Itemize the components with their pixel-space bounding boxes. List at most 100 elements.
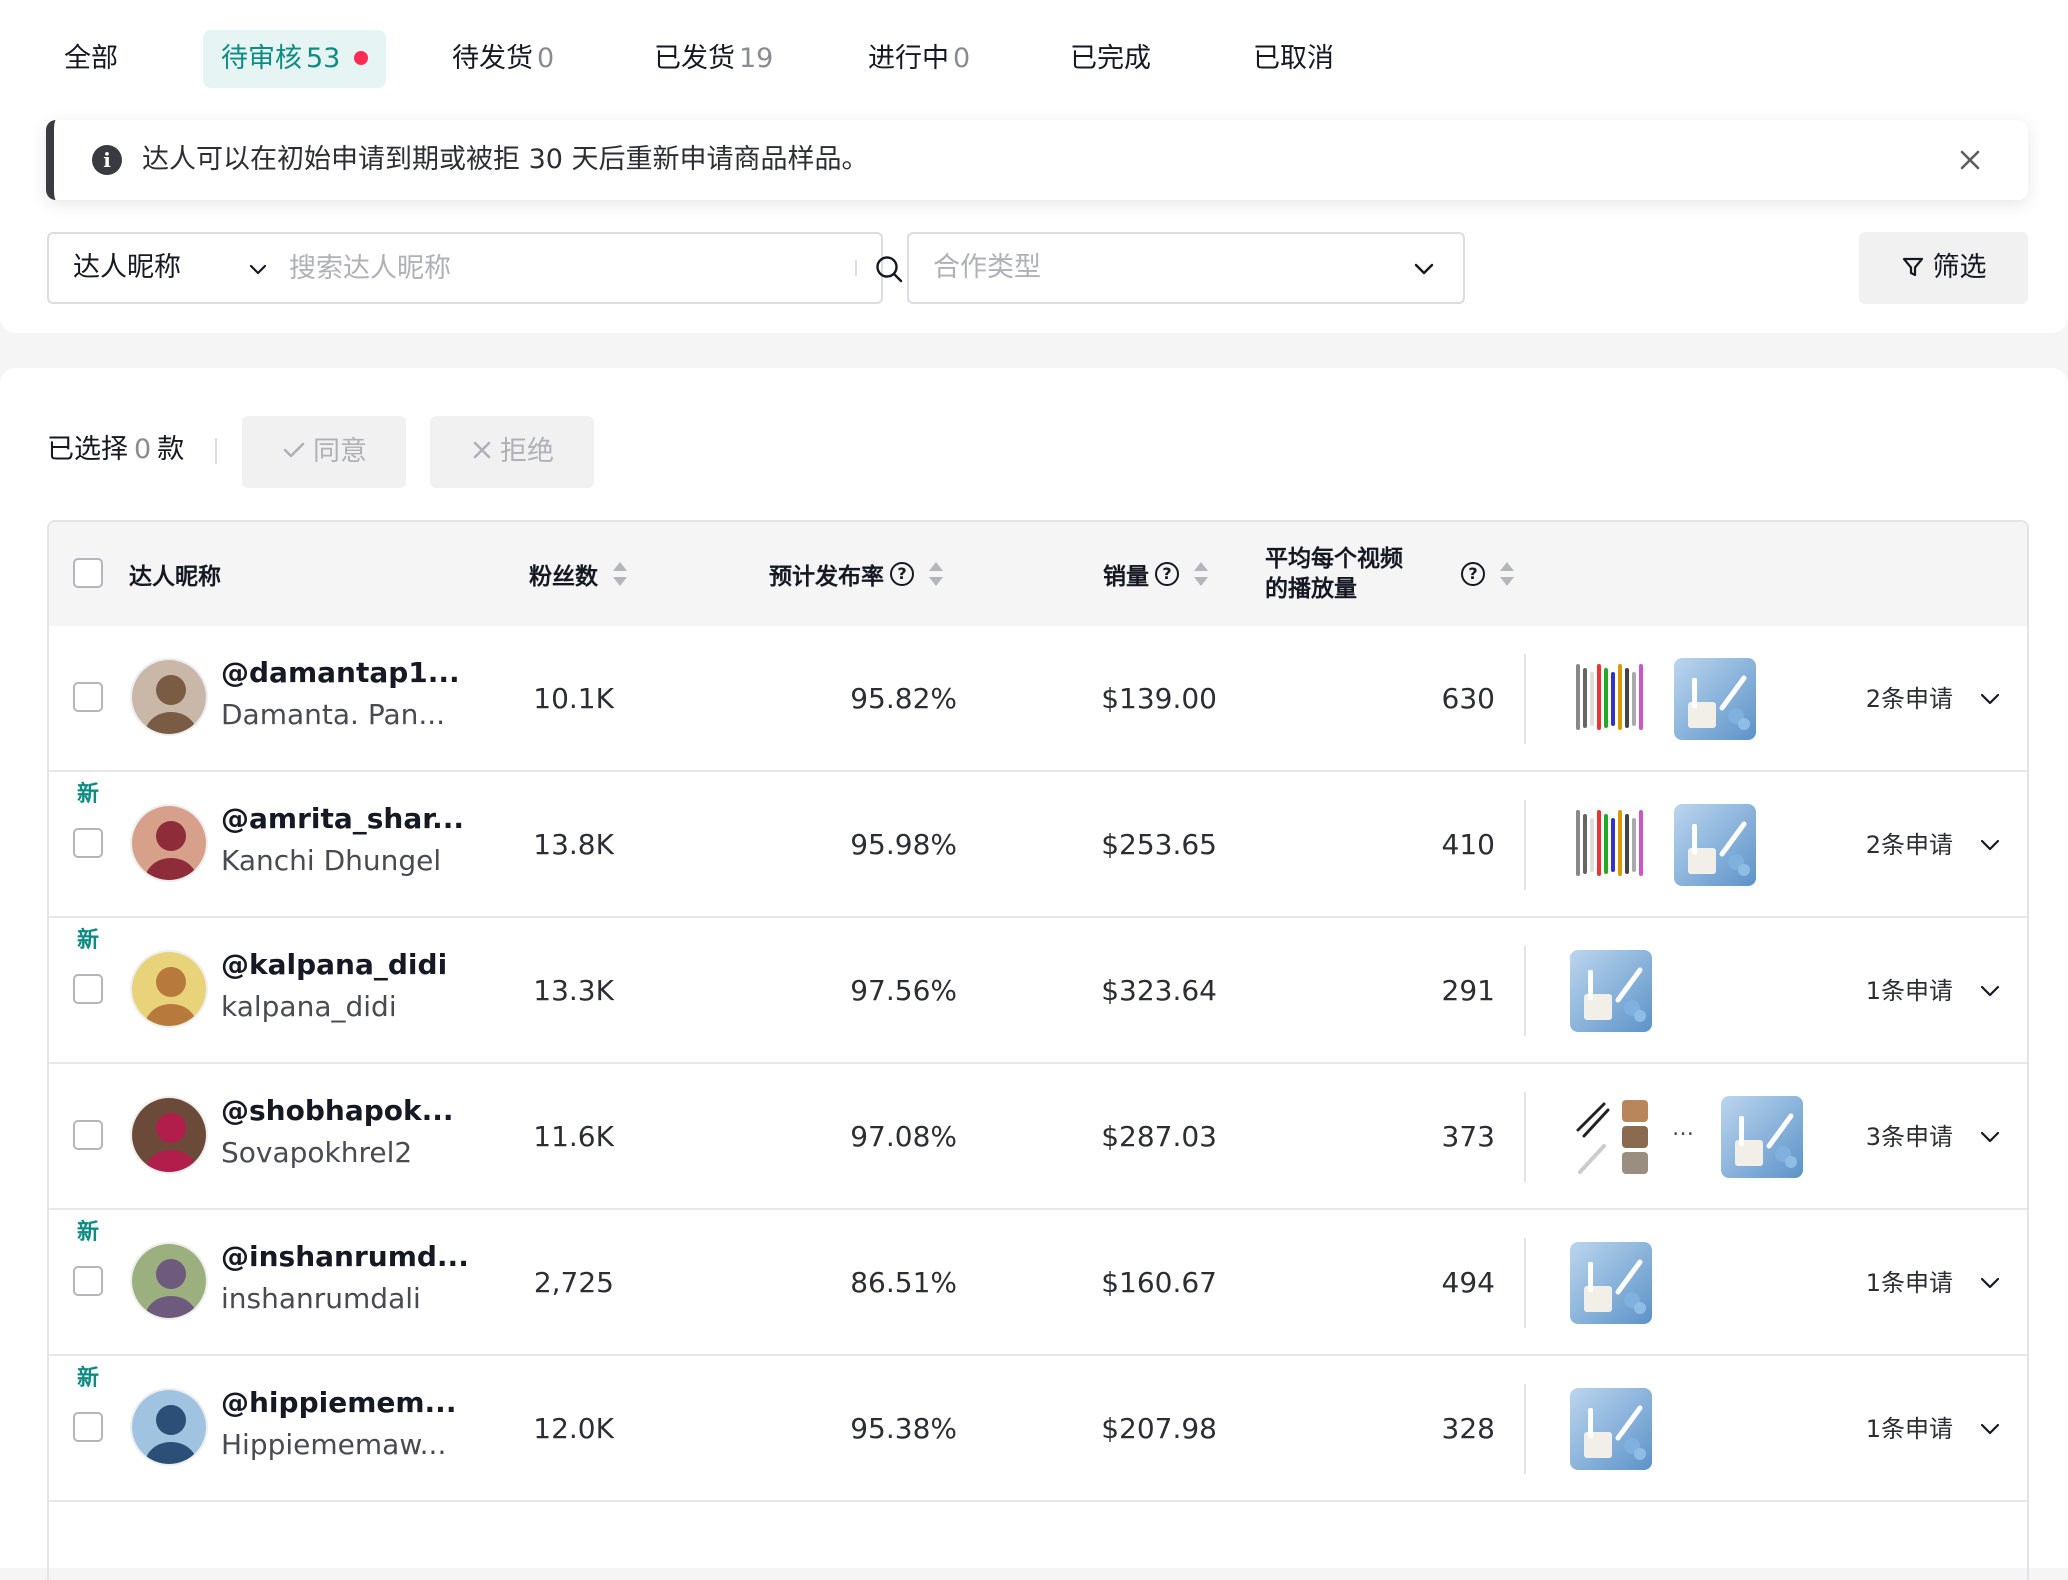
- info-icon: i: [92, 145, 122, 175]
- chevron-down-icon[interactable]: [1977, 978, 2003, 1004]
- chevron-down-icon[interactable]: [1977, 1124, 2003, 1150]
- table-row: 新 @hippiemem... Hippiememaw... 12.0K 95.38% $…: [49, 1356, 2027, 1502]
- avatar[interactable]: [130, 658, 208, 736]
- followers-value: 11.6K: [533, 1120, 614, 1153]
- cooperation-type-select[interactable]: 合作类型: [907, 232, 1465, 304]
- chevron-down-icon[interactable]: [247, 258, 269, 280]
- followers-value: 13.3K: [533, 974, 614, 1007]
- avatar[interactable]: [130, 1242, 208, 1320]
- avg-views-value: 630: [1441, 682, 1495, 715]
- top-panel: 全部 待审核 53 待发货 0 已发货 19 进行中 0 已完成 已取消 i 达人可以在…: [0, 0, 2068, 333]
- divider: [1524, 800, 1526, 890]
- tab-shipped[interactable]: 已发货 19: [636, 30, 791, 88]
- product-thumbnail[interactable]: [1570, 950, 1652, 1032]
- avatar[interactable]: [130, 1388, 208, 1466]
- header-post-rate[interactable]: 预计发布率?: [769, 522, 944, 626]
- status-tabs: 全部 待审核 53 待发货 0 已发货 19 进行中 0 已完成 已取消: [0, 30, 2068, 88]
- chevron-down-icon[interactable]: [1977, 1416, 2003, 1442]
- applications-table: 达人昵称 粉丝数 预计发布率? 销量? 平均每个视频 的播放量 ? @daman…: [47, 520, 2029, 1580]
- product-thumbnail[interactable]: [1570, 1388, 1652, 1470]
- search-input[interactable]: [289, 248, 829, 288]
- followers-value: 2,725: [533, 1266, 614, 1299]
- row-checkbox[interactable]: [73, 682, 103, 712]
- followers-value: 13.8K: [533, 828, 614, 861]
- tab-pending-review[interactable]: 待审核 53: [203, 30, 387, 88]
- post-rate-value: 95.38%: [850, 1412, 957, 1445]
- avatar[interactable]: [130, 1096, 208, 1174]
- product-thumbnail[interactable]: [1674, 658, 1756, 740]
- notice-text: 达人可以在初始申请到期或被拒 30 天后重新申请商品样品。: [142, 144, 869, 175]
- header-avg-views[interactable]: 平均每个视频 的播放量 ?: [1265, 522, 1515, 626]
- product-thumbnail[interactable]: [1570, 1242, 1652, 1324]
- info-notice: i 达人可以在初始申请到期或被拒 30 天后重新申请商品样品。: [46, 120, 2028, 200]
- row-checkbox[interactable]: [73, 1266, 103, 1296]
- sort-icon[interactable]: [1193, 560, 1209, 588]
- divider: [1524, 1092, 1526, 1182]
- more-products-ellipsis: …: [1672, 1116, 1694, 1141]
- creator-search: 达人昵称: [47, 232, 903, 304]
- divider: [215, 438, 217, 464]
- divider: [1524, 946, 1526, 1036]
- request-count: 1条申请: [1865, 977, 1953, 1005]
- product-thumbnail[interactable]: [1570, 658, 1652, 740]
- approve-button[interactable]: 同意: [242, 416, 406, 488]
- post-rate-value: 97.08%: [850, 1120, 957, 1153]
- header-sales[interactable]: 销量?: [1103, 522, 1209, 626]
- row-checkbox[interactable]: [73, 974, 103, 1004]
- search-field-dropdown[interactable]: 达人昵称: [73, 234, 181, 302]
- close-icon: [473, 441, 491, 458]
- table-row: 新 @kalpana_didi kalpana_didi 13.3K 97.56% $32…: [49, 918, 2027, 1064]
- product-thumbnail[interactable]: [1570, 1096, 1652, 1178]
- results-panel: 已选择 0 款 同意 拒绝 达人昵称 粉丝数 预计发布率? 销量? 平均每个视频 的…: [0, 368, 2068, 1580]
- sort-icon[interactable]: [1499, 560, 1515, 588]
- request-count: 1条申请: [1865, 1269, 1953, 1297]
- close-icon[interactable]: [1954, 144, 1986, 176]
- help-icon[interactable]: ?: [890, 562, 914, 586]
- sort-icon[interactable]: [928, 560, 944, 588]
- chevron-down-icon[interactable]: [1977, 1270, 2003, 1296]
- tab-all[interactable]: 全部: [46, 30, 136, 88]
- search-icon[interactable]: [874, 254, 904, 284]
- sales-value: $253.65: [1101, 828, 1217, 861]
- new-badge: 新: [77, 782, 100, 807]
- chevron-down-icon: [1414, 263, 1434, 275]
- product-thumbnail[interactable]: [1570, 804, 1652, 886]
- avg-views-value: 410: [1441, 828, 1495, 861]
- new-badge: 新: [77, 928, 100, 953]
- avatar[interactable]: [130, 950, 208, 1028]
- request-count: 2条申请: [1865, 831, 1953, 859]
- header-creator: 达人昵称: [129, 564, 221, 590]
- help-icon[interactable]: ?: [1461, 562, 1485, 586]
- row-checkbox[interactable]: [73, 1120, 103, 1150]
- sort-icon[interactable]: [612, 560, 628, 588]
- tab-to-ship[interactable]: 待发货 0: [434, 30, 572, 88]
- avg-views-value: 494: [1441, 1266, 1495, 1299]
- post-rate-value: 97.56%: [850, 974, 957, 1007]
- divider: [1524, 654, 1526, 744]
- header-followers[interactable]: 粉丝数: [529, 522, 628, 626]
- sales-value: $139.00: [1101, 682, 1217, 715]
- help-icon[interactable]: ?: [1155, 562, 1179, 586]
- divider: [1524, 1238, 1526, 1328]
- divider: [1524, 1384, 1526, 1474]
- sales-value: $323.64: [1101, 974, 1217, 1007]
- chevron-down-icon[interactable]: [1977, 686, 2003, 712]
- post-rate-value: 86.51%: [850, 1266, 957, 1299]
- product-thumbnail[interactable]: [1721, 1096, 1803, 1178]
- table-row: 新 @inshanrumd... inshanrumdali 2,725 86.51% $…: [49, 1210, 2027, 1356]
- select-all-checkbox[interactable]: [73, 558, 103, 588]
- tab-in-progress[interactable]: 进行中 0: [850, 30, 988, 88]
- followers-value: 10.1K: [533, 682, 614, 715]
- avatar[interactable]: [130, 804, 208, 882]
- chevron-down-icon[interactable]: [1977, 832, 2003, 858]
- filter-button[interactable]: 筛选: [1859, 232, 2028, 304]
- tab-completed[interactable]: 已完成: [1052, 30, 1169, 88]
- reject-button[interactable]: 拒绝: [430, 416, 594, 488]
- tab-cancelled[interactable]: 已取消: [1235, 30, 1352, 88]
- row-checkbox[interactable]: [73, 828, 103, 858]
- divider: [855, 260, 857, 276]
- request-count: 2条申请: [1865, 685, 1953, 713]
- row-checkbox[interactable]: [73, 1412, 103, 1442]
- avg-views-value: 373: [1441, 1120, 1495, 1153]
- product-thumbnail[interactable]: [1674, 804, 1756, 886]
